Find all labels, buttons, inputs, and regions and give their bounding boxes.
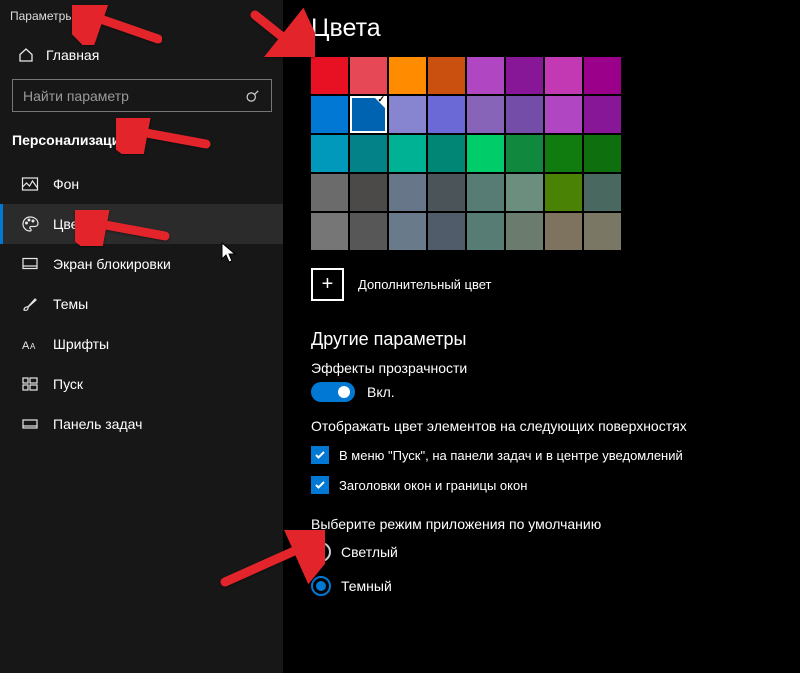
surface-option-start[interactable]: В меню "Пуск", на панели задач и в центр… [311,446,800,464]
sidebar-item-background[interactable]: Фон [0,164,283,204]
other-settings-heading: Другие параметры [311,329,800,350]
radio-icon [311,542,331,562]
search-icon [246,88,261,108]
transparency-state: Вкл. [367,384,395,400]
home-button[interactable]: Главная [0,39,283,71]
color-swatch[interactable] [467,135,504,172]
color-swatch[interactable] [467,174,504,211]
sidebar-item-taskbar[interactable]: Панель задач [0,404,283,444]
app-mode-dark[interactable]: Темный [311,576,800,596]
color-swatch[interactable] [428,57,465,94]
nav-label: Пуск [53,376,83,392]
radio-label: Светлый [341,544,398,560]
palette-icon [21,215,39,233]
sidebar: Параметры Главная Персонализация Фон [0,0,283,673]
nav-label: Панель задач [53,416,142,432]
surface-option-label: Заголовки окон и границы окон [339,478,527,493]
page-title: Цвета [311,14,800,43]
color-swatch[interactable] [584,96,621,133]
color-swatch[interactable] [389,135,426,172]
app-title: Параметры [0,7,283,39]
color-swatch[interactable] [545,57,582,94]
transparency-label: Эффекты прозрачности [311,360,800,376]
lockscreen-icon [21,255,39,273]
radio-icon [311,576,331,596]
color-swatch[interactable] [506,135,543,172]
color-swatch[interactable] [311,213,348,250]
custom-color-button[interactable]: + [311,268,344,301]
color-swatch[interactable] [584,57,621,94]
radio-label: Темный [341,578,392,594]
surface-option-titlebars[interactable]: Заголовки окон и границы окон [311,476,800,494]
color-swatch[interactable] [506,213,543,250]
color-swatch[interactable] [350,135,387,172]
start-icon [21,375,39,393]
color-swatch[interactable] [506,174,543,211]
color-swatch[interactable] [389,174,426,211]
color-swatch[interactable] [467,213,504,250]
surface-option-label: В меню "Пуск", на панели задач и в центр… [339,448,683,463]
color-swatch[interactable] [311,96,348,133]
sidebar-item-fonts[interactable]: AA Шрифты [0,324,283,364]
color-swatch[interactable] [311,135,348,172]
color-swatch[interactable] [350,96,387,133]
home-label: Главная [46,47,99,63]
color-swatch[interactable] [545,135,582,172]
color-swatch[interactable] [311,57,348,94]
main-content: Цвета + Дополнительный цвет Другие парам… [283,0,800,673]
color-swatch[interactable] [350,213,387,250]
nav-label: Цвета [53,216,92,232]
color-swatch[interactable] [428,96,465,133]
custom-color-label: Дополнительный цвет [358,277,492,292]
color-swatch[interactable] [389,96,426,133]
plus-icon: + [322,273,334,296]
color-swatch[interactable] [584,135,621,172]
color-swatch-grid [311,57,800,250]
image-icon [21,175,39,193]
surfaces-heading: Отображать цвет элементов на следующих п… [311,418,800,434]
nav-label: Темы [53,296,88,312]
home-icon [18,47,34,63]
category-heading: Персонализация [0,122,283,156]
taskbar-icon [21,415,39,433]
transparency-toggle[interactable] [311,382,355,402]
sidebar-item-colors[interactable]: Цвета [0,204,283,244]
nav-label: Фон [53,176,79,192]
sidebar-item-lockscreen[interactable]: Экран блокировки [0,244,283,284]
color-swatch[interactable] [584,213,621,250]
app-mode-heading: Выберите режим приложения по умолчанию [311,516,800,532]
search-input[interactable] [12,79,272,112]
checkbox-icon [311,446,329,464]
color-swatch[interactable] [584,174,621,211]
color-swatch[interactable] [506,57,543,94]
app-mode-light[interactable]: Светлый [311,542,800,562]
color-swatch[interactable] [311,174,348,211]
color-swatch[interactable] [428,213,465,250]
color-swatch[interactable] [428,174,465,211]
svg-text:A: A [22,340,30,352]
color-swatch[interactable] [467,57,504,94]
sidebar-item-themes[interactable]: Темы [0,284,283,324]
color-swatch[interactable] [389,213,426,250]
color-swatch[interactable] [545,213,582,250]
svg-text:A: A [30,342,36,351]
color-swatch[interactable] [389,57,426,94]
checkbox-icon [311,476,329,494]
color-swatch[interactable] [350,174,387,211]
color-swatch[interactable] [545,96,582,133]
color-swatch[interactable] [506,96,543,133]
sidebar-item-start[interactable]: Пуск [0,364,283,404]
brush-icon [21,295,39,313]
nav-list: Фон Цвета Экран блокировки Темы AA Шрифт… [0,164,283,444]
color-swatch[interactable] [350,57,387,94]
font-icon: AA [21,335,39,353]
color-swatch[interactable] [467,96,504,133]
color-swatch[interactable] [428,135,465,172]
nav-label: Экран блокировки [53,256,171,272]
color-swatch[interactable] [545,174,582,211]
nav-label: Шрифты [53,336,109,352]
